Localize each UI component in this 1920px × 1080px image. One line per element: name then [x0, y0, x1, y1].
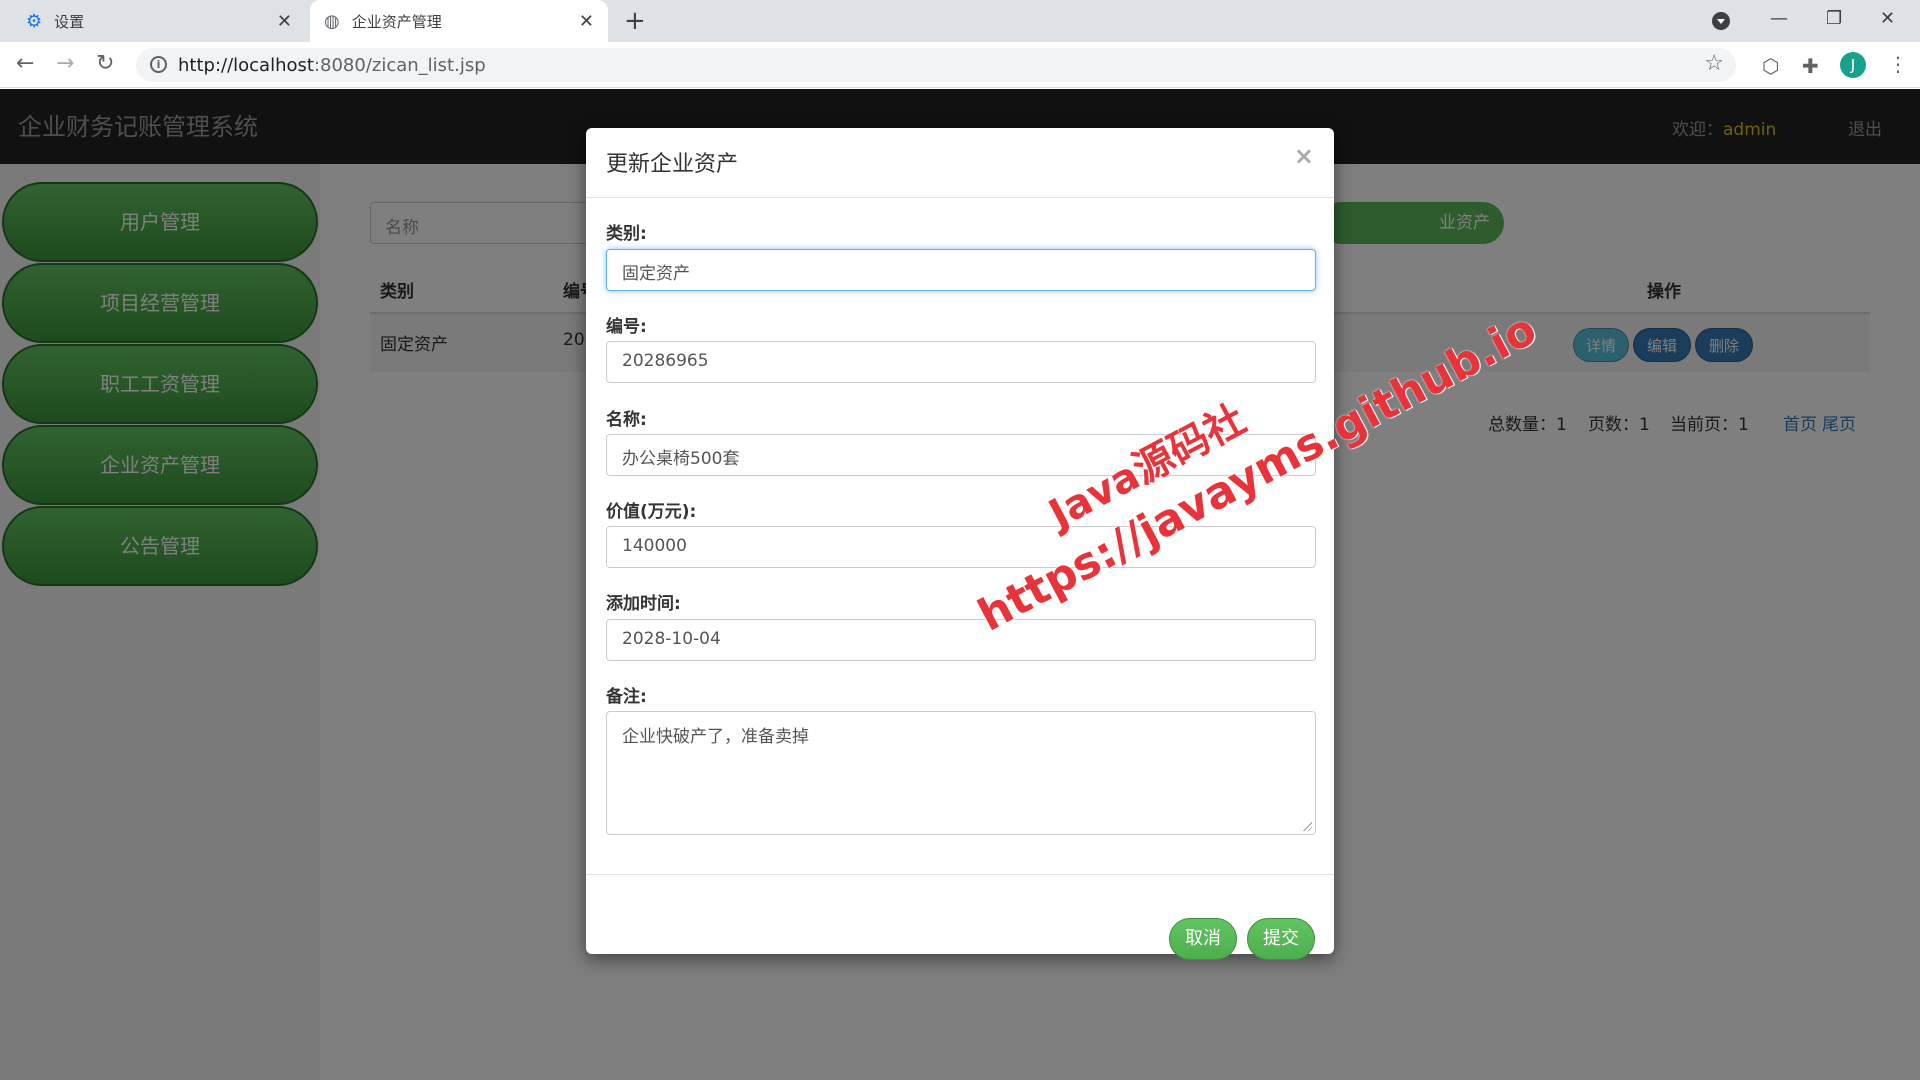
browser-tabstrip: ⚙ 设置 ✕ ◍ 企业资产管理 ✕ + — ❐ ✕ [0, 0, 1920, 42]
close-icon[interactable]: ✕ [277, 11, 292, 32]
info-icon[interactable]: i [150, 56, 167, 73]
globe-icon: ◍ [324, 10, 340, 32]
url-text: http://localhost:8080/zican_list.jsp [178, 55, 486, 76]
avatar[interactable]: J [1840, 52, 1866, 78]
puzzle-icon[interactable]: ✚ [1802, 54, 1819, 78]
address-bar[interactable]: i http://localhost:8080/zican_list.jsp ☆ [136, 48, 1736, 82]
new-tab-button[interactable]: + [624, 6, 646, 36]
restore-icon[interactable]: ❐ [1826, 8, 1842, 29]
minimize-icon[interactable]: — [1770, 8, 1788, 29]
resize-handle-icon[interactable] [1302, 821, 1312, 831]
menu-icon[interactable]: ⋮ [1888, 52, 1908, 76]
category-input[interactable]: 固定资产 [606, 249, 1316, 291]
date-label: 添加时间: [606, 594, 681, 614]
tab-settings[interactable]: ⚙ 设置 ✕ [0, 0, 306, 42]
submit-button[interactable]: 提交 [1247, 918, 1315, 960]
value-label: 价值(万元): [606, 502, 697, 522]
date-input[interactable]: 2028-10-04 [606, 619, 1316, 661]
tab-title: 设置 [54, 12, 85, 31]
number-label: 编号: [606, 317, 647, 337]
category-label: 类别: [606, 224, 647, 244]
tab-search-icon[interactable] [1712, 12, 1730, 30]
back-icon[interactable]: ← [16, 51, 34, 76]
remark-text: 企业快破产了，准备卖掉 [622, 727, 809, 747]
extension-icon[interactable]: ⬡ [1762, 54, 1779, 78]
name-label: 名称: [606, 410, 647, 430]
remark-label: 备注: [606, 687, 647, 707]
reload-icon[interactable]: ↻ [96, 51, 114, 76]
cancel-button[interactable]: 取消 [1169, 918, 1237, 960]
gear-icon: ⚙ [26, 10, 43, 32]
number-input[interactable]: 20286965 [606, 341, 1316, 383]
forward-icon[interactable]: → [56, 51, 74, 76]
tab-title: 企业资产管理 [351, 12, 442, 31]
modal-title: 更新企业资产 [606, 152, 739, 177]
close-icon[interactable]: × [1294, 142, 1314, 170]
modal-footer-divider [586, 874, 1334, 875]
browser-toolbar: ← → ↻ i http://localhost:8080/zican_list… [0, 42, 1920, 88]
close-icon[interactable]: ✕ [579, 11, 594, 32]
tab-asset-management[interactable]: ◍ 企业资产管理 ✕ [310, 0, 608, 42]
window-close-icon[interactable]: ✕ [1880, 8, 1895, 29]
remark-textarea[interactable]: 企业快破产了，准备卖掉 [606, 711, 1316, 835]
bookmark-star-icon[interactable]: ☆ [1704, 51, 1724, 76]
modal-header-divider [586, 197, 1334, 198]
